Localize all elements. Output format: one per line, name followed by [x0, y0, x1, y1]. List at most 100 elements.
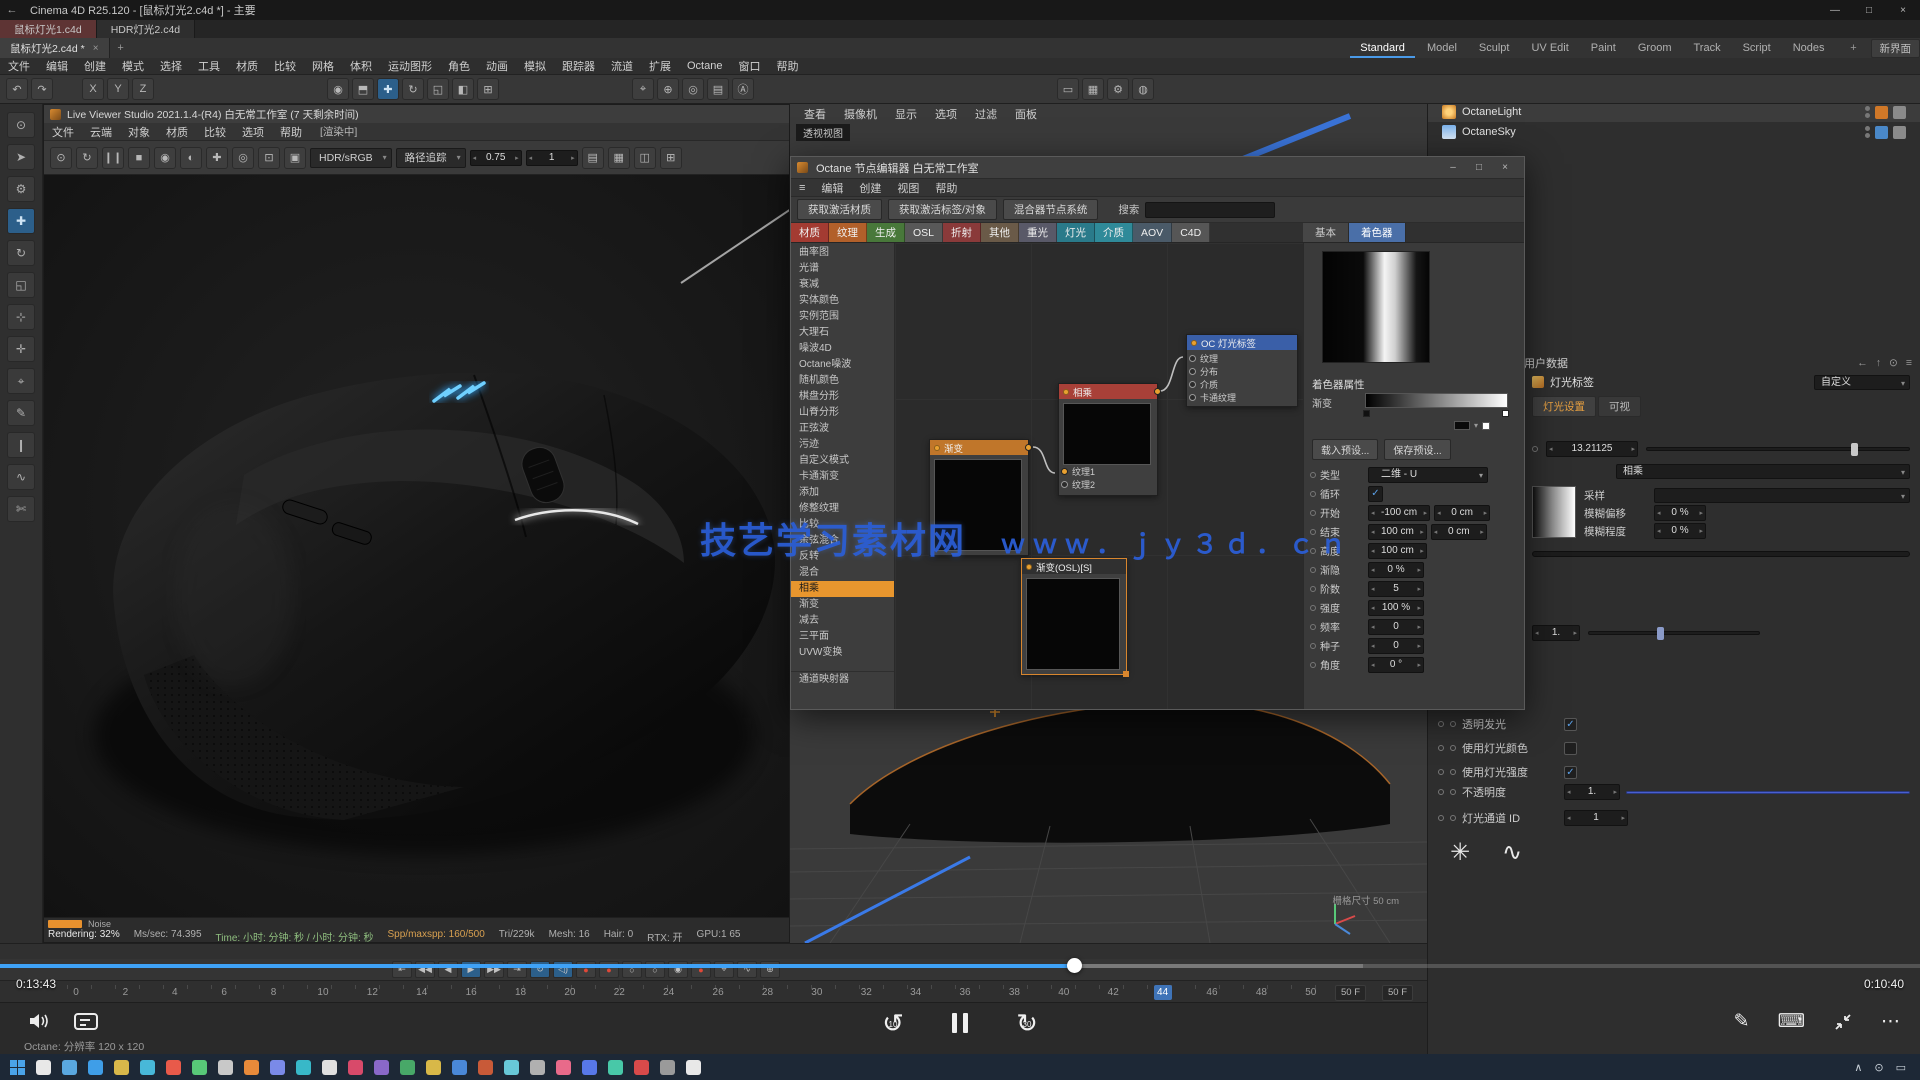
- frame-label[interactable]: 20: [561, 985, 579, 1000]
- lv-tool-icon[interactable]: ↻: [76, 147, 98, 169]
- hamburger-icon[interactable]: ≡: [791, 182, 813, 194]
- lv-tool-icon[interactable]: ❙❙: [102, 147, 124, 169]
- history-back-icon[interactable]: ←: [1857, 357, 1868, 369]
- texture-list-item[interactable]: 自定义模式: [791, 453, 894, 469]
- texture-list-item[interactable]: 实体颜色: [791, 293, 894, 309]
- layer-tag-icon[interactable]: [1893, 126, 1906, 139]
- lv-menu-item[interactable]: 对象: [120, 124, 158, 140]
- new-layout-button[interactable]: 新界面: [1871, 39, 1920, 58]
- keyframe-dot-icon[interactable]: [1310, 662, 1316, 668]
- menu-item[interactable]: 帮助: [768, 58, 806, 74]
- side-tool-icon[interactable]: ✄: [7, 496, 35, 522]
- taskbar-app-icon[interactable]: [556, 1060, 571, 1075]
- menu-item[interactable]: 流道: [603, 58, 641, 74]
- side-tool-icon[interactable]: ⊙: [7, 112, 35, 138]
- input-port[interactable]: [1189, 355, 1196, 362]
- side-tool-icon[interactable]: ✎: [7, 400, 35, 426]
- keyframe-dot-icon[interactable]: [1310, 548, 1316, 554]
- snap-icon[interactable]: ⊕: [657, 78, 679, 100]
- side-tool-icon[interactable]: ⌖: [7, 368, 35, 394]
- pause-button[interactable]: [952, 1013, 968, 1033]
- taskbar-app-icon[interactable]: [530, 1060, 545, 1075]
- texture-list-item[interactable]: 三平面: [791, 629, 894, 645]
- keyframe-dot-icon[interactable]: [1438, 745, 1444, 751]
- texture-list-item[interactable]: 棋盘分形: [791, 389, 894, 405]
- lv-view-icon[interactable]: ⊞: [660, 147, 682, 169]
- menu-item[interactable]: 比较: [266, 58, 304, 74]
- taskbar-app-icon[interactable]: [348, 1060, 363, 1075]
- keyframe-dot-icon[interactable]: [1310, 605, 1316, 611]
- frame-label[interactable]: 4: [166, 985, 184, 1000]
- layout-tab[interactable]: Standard: [1350, 38, 1415, 58]
- node-category-tab[interactable]: 其他: [981, 223, 1019, 242]
- lv-tool-icon[interactable]: ▣: [284, 147, 306, 169]
- side-tool-icon[interactable]: ↻: [7, 240, 35, 266]
- ne-action-button[interactable]: 获取激活材质: [797, 199, 882, 220]
- axis-lock-button[interactable]: Y: [107, 78, 129, 100]
- intensity-field[interactable]: 1.: [1532, 625, 1580, 641]
- side-tool-icon[interactable]: ∿: [7, 464, 35, 490]
- taskbar-app-icon[interactable]: [582, 1060, 597, 1075]
- lv-view-icon[interactable]: ▤: [582, 147, 604, 169]
- property-value-field[interactable]: 100 %: [1368, 600, 1424, 616]
- gradient-color-swatch[interactable]: [1454, 421, 1470, 430]
- menu-item[interactable]: 文件: [0, 58, 38, 74]
- layout-tab[interactable]: Paint: [1581, 38, 1626, 58]
- taskbar-app-icon[interactable]: [244, 1060, 259, 1075]
- taskbar-app-icon[interactable]: [426, 1060, 441, 1075]
- player-progress-bar[interactable]: [0, 964, 1920, 968]
- save-preset-button[interactable]: 保存预设...: [1384, 439, 1450, 460]
- node-canvas[interactable]: 渐变 相乘 纹理1 纹理2 OC 灯光标签: [895, 243, 1303, 709]
- texture-list-item[interactable]: 衰减: [791, 277, 894, 293]
- keyframe-dot-icon[interactable]: [1438, 721, 1444, 727]
- attribute-tab[interactable]: 灯光设置: [1532, 396, 1596, 417]
- menu-item[interactable]: 窗口: [730, 58, 768, 74]
- node-category-tab[interactable]: AOV: [1133, 223, 1172, 242]
- property-value-field[interactable]: 0 %: [1368, 562, 1424, 578]
- timeline-ruler[interactable]: 0246810121416182022242628303234363840424…: [0, 980, 1427, 1002]
- taskbar-app-icon[interactable]: [374, 1060, 389, 1075]
- viewport-menu-item[interactable]: 摄像机: [836, 106, 885, 122]
- viewport-menu-item[interactable]: 选项: [927, 106, 965, 122]
- maximize-button[interactable]: □: [1852, 0, 1886, 20]
- keyframe-dot-icon[interactable]: [1438, 789, 1444, 795]
- forward-30-button[interactable]: ↻ 30: [1010, 1006, 1044, 1040]
- minimize-button[interactable]: —: [1818, 0, 1852, 20]
- taskbar-app-icon[interactable]: [166, 1060, 181, 1075]
- input-port[interactable]: [1189, 394, 1196, 401]
- lv-tool-icon[interactable]: ◐: [180, 147, 202, 169]
- tool-icon[interactable]: ⊞: [477, 78, 499, 100]
- property-value-field-2[interactable]: 0 cm: [1434, 505, 1490, 521]
- property-value-field[interactable]: 0: [1368, 638, 1424, 654]
- octane-material-icon[interactable]: ✳: [1442, 836, 1478, 868]
- tool-icon[interactable]: ◧: [452, 78, 474, 100]
- lv-tool-icon[interactable]: ◎: [232, 147, 254, 169]
- multiply-node[interactable]: 相乘 纹理1 纹理2: [1058, 383, 1158, 496]
- output-port[interactable]: [1025, 444, 1032, 451]
- light-tag-node[interactable]: OC 灯光标签 纹理 分布: [1186, 334, 1298, 407]
- texture-list-item[interactable]: 实例范围: [791, 309, 894, 325]
- keyboard-shortcuts-icon[interactable]: ⌨: [1778, 1010, 1805, 1033]
- input-port[interactable]: [1189, 381, 1196, 388]
- texture-list-item[interactable]: 通道映射器: [791, 671, 894, 687]
- input-port[interactable]: [1061, 468, 1068, 475]
- lv-tool-icon[interactable]: ■: [128, 147, 150, 169]
- frame-label[interactable]: 8: [265, 985, 283, 1000]
- lv-tool-icon[interactable]: ◉: [154, 147, 176, 169]
- frame-label[interactable]: 6: [215, 985, 233, 1000]
- rewind-10-button[interactable]: ↺ 10: [876, 1006, 910, 1040]
- taskbar-app-icon[interactable]: [660, 1060, 675, 1075]
- attribute-value-field[interactable]: 0 %: [1654, 505, 1706, 521]
- history-up-icon[interactable]: ↑: [1876, 357, 1881, 369]
- keyframe-dot-icon[interactable]: [1310, 472, 1316, 478]
- am-lock-icon[interactable]: ≡: [1906, 357, 1912, 369]
- taskbar-app-icon[interactable]: [218, 1060, 233, 1075]
- sampling-select[interactable]: [1654, 488, 1910, 503]
- ne-action-button[interactable]: 混合器节点系统: [1003, 199, 1099, 220]
- option-checkbox[interactable]: [1564, 766, 1577, 779]
- layout-tab[interactable]: Model: [1417, 38, 1467, 58]
- undo-icon[interactable]: ↶: [6, 78, 28, 100]
- am-menu-item[interactable]: 用户数据: [1516, 355, 1576, 371]
- start-button[interactable]: [10, 1060, 25, 1075]
- keyframe-dot-icon[interactable]: [1450, 769, 1456, 775]
